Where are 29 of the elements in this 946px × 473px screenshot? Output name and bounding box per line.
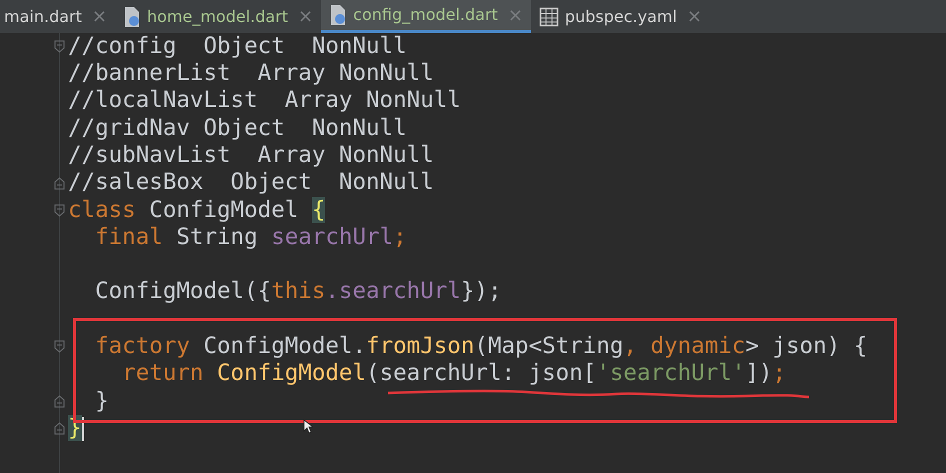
close-icon[interactable]: × — [298, 3, 314, 30]
code-line: } — [94, 386, 109, 416]
code-line: //bannerList Array NonNull — [68, 59, 434, 88]
code-line: factory ConfigModel.fromJson(Map<String, dynamic> json) { — [94, 332, 868, 362]
code-line: //gridNav Object NonNull — [68, 114, 407, 143]
file-icon — [122, 6, 141, 28]
code-line: //salesBox Object NonNull — [68, 168, 434, 198]
fold-marker-icon[interactable] — [54, 204, 65, 217]
code-line: //config Object NonNull — [68, 32, 407, 61]
fold-marker-icon[interactable] — [54, 40, 65, 54]
close-icon[interactable]: × — [92, 3, 107, 30]
editor-tab[interactable]: pubspec.yaml × — [530, 0, 710, 33]
code-line: //localNavList Array NonNull — [68, 86, 461, 116]
code-line: //subNavList Array NonNull — [68, 140, 434, 170]
close-icon[interactable]: × — [686, 3, 702, 30]
code-line: class ConfigModel { — [68, 196, 326, 225]
fold-marker-icon[interactable] — [54, 176, 65, 190]
fold-marker-icon[interactable] — [54, 422, 65, 436]
fold-marker-icon[interactable] — [54, 340, 65, 354]
file-icon — [329, 4, 348, 26]
table-icon — [538, 6, 559, 26]
editor-tab[interactable]: config_model.dart × — [321, 0, 531, 33]
code-line: return ConfigModel(searchUrl: json['searchUrl']); — [121, 359, 786, 388]
fold-marker-icon[interactable] — [54, 395, 65, 408]
editor-tab[interactable]: home_model.dart × — [114, 0, 322, 33]
mouse-pointer-icon — [303, 419, 313, 434]
editor-tab[interactable]: main.dart × — [0, 0, 115, 33]
code-line: final String searchUrl; — [94, 222, 407, 252]
code-line: ConfigModel({this.searchUrl}); — [94, 277, 502, 306]
